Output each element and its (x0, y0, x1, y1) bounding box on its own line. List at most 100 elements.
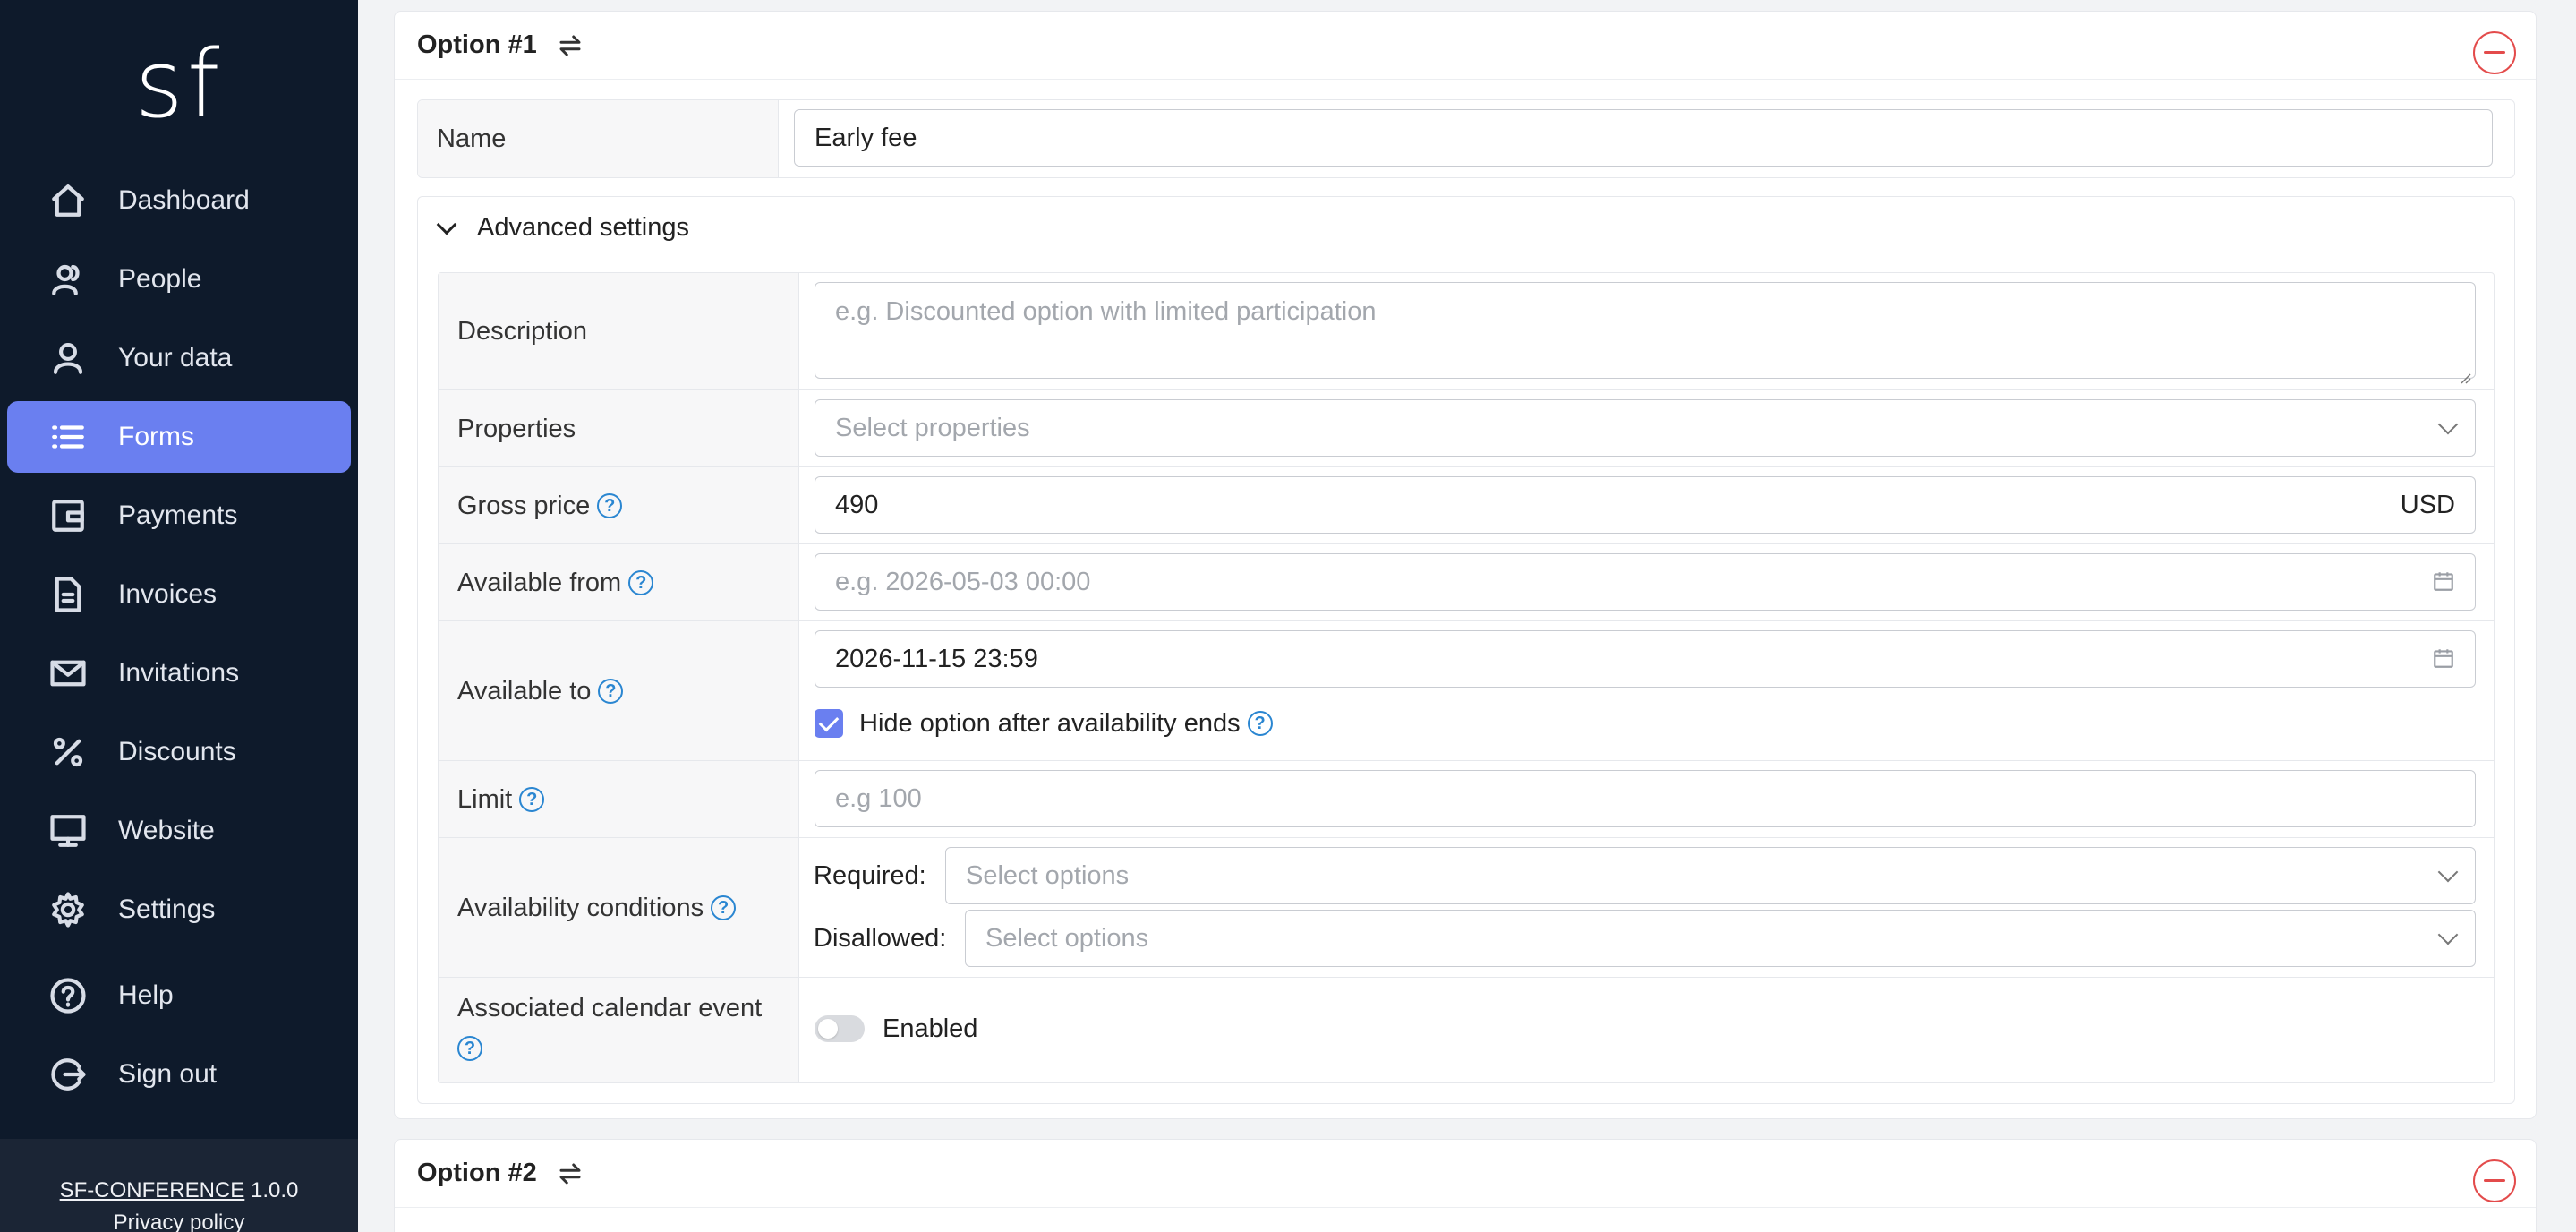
help-icon[interactable]: ? (598, 678, 624, 704)
gear-icon (48, 890, 88, 929)
calendar-event-row: Associated calendar event ? Enabled (439, 977, 2494, 1082)
sidebar-item-label: Your data (118, 343, 233, 372)
swap-icon[interactable] (557, 1159, 585, 1188)
available-from-row: Available from ? e.g. 2026-05-03 00:00 (439, 543, 2494, 620)
hide-option-checkbox[interactable] (815, 709, 843, 738)
help-icon[interactable]: ? (457, 1036, 482, 1062)
home-icon (48, 181, 88, 220)
sidebar-item-payments[interactable]: Payments (7, 480, 351, 552)
app-version: 1.0.0 (250, 1178, 299, 1202)
percent-icon (48, 732, 88, 772)
option-card: Option #2 (394, 1139, 2537, 1232)
sidebar-item-invitations[interactable]: Invitations (7, 637, 351, 709)
help-icon[interactable]: ? (519, 786, 545, 812)
help-icon[interactable]: ? (628, 569, 654, 595)
option-card-header: Option #2 (395, 1140, 2536, 1208)
help-icon[interactable]: ? (597, 492, 623, 518)
swap-icon[interactable] (557, 31, 585, 60)
people-icon (48, 260, 88, 299)
calendar-event-toggle[interactable] (815, 1015, 865, 1042)
description-row: Description e.g. Discounted option with … (439, 273, 2494, 389)
calendar-event-label: Associated calendar event (457, 994, 763, 1022)
sidebar-item-label: Invitations (118, 658, 240, 688)
app-name-link[interactable]: SF-CONFERENCE (60, 1178, 245, 1202)
description-placeholder: e.g. Discounted option with limited part… (835, 297, 1377, 326)
name-input[interactable]: Early fee (794, 109, 2493, 167)
limit-input[interactable]: e.g 100 (815, 770, 2476, 827)
available-to-label-cell: Available to ? (439, 621, 799, 760)
sidebar-item-label: Settings (118, 894, 216, 924)
availability-conditions-label-cell: Availability conditions ? (439, 838, 799, 977)
option-card: Option #1 Name Early fee Advanced settin… (394, 11, 2537, 1119)
hide-option-label: Hide option after availability ends (859, 708, 1241, 738)
sidebar-item-people[interactable]: People (7, 244, 351, 315)
sidebar-item-label: Forms (118, 422, 194, 451)
calendar-icon[interactable] (2432, 646, 2455, 670)
sidebar-item-forms[interactable]: Forms (7, 401, 351, 473)
sidebar-item-label: Payments (118, 500, 238, 530)
chevron-down-icon (2437, 924, 2459, 945)
gross-price-label-cell: Gross price ? (439, 467, 799, 543)
list-icon (48, 417, 88, 457)
available-to-input[interactable]: 2026-11-15 23:59 (815, 630, 2476, 688)
option-title: Option #2 (417, 1159, 537, 1187)
sidebar-item-website[interactable]: Website (7, 795, 351, 867)
available-to-label: Available to (457, 676, 592, 706)
sidebar-item-dashboard[interactable]: Dashboard (7, 165, 351, 236)
properties-row: Properties Select properties (439, 389, 2494, 466)
properties-placeholder: Select properties (835, 413, 1030, 442)
advanced-settings-toggle[interactable]: Advanced settings (436, 213, 689, 243)
calendar-toggle-label: Enabled (883, 1014, 978, 1043)
sidebar-item-your-data[interactable]: Your data (7, 322, 351, 394)
advanced-settings-panel: Advanced settings Description e.g. Disco… (417, 196, 2515, 1104)
advanced-settings-label: Advanced settings (477, 213, 689, 242)
sidebar-item-invoices[interactable]: Invoices (7, 559, 351, 630)
availability-conditions-row: Availability conditions ? Required: Sele… (439, 837, 2494, 977)
properties-select[interactable]: Select properties (815, 399, 2476, 457)
gross-price-row: Gross price ? 490 USD (439, 466, 2494, 543)
available-from-label: Available from (457, 568, 622, 597)
option-card-header: Option #1 (395, 12, 2536, 80)
gross-price-input[interactable]: 490 USD (815, 476, 2476, 534)
available-from-placeholder: e.g. 2026-05-03 00:00 (835, 567, 1091, 596)
hide-option-label-wrap: Hide option after availability ends ? (859, 706, 1273, 741)
limit-row: Limit ? e.g 100 (439, 760, 2494, 837)
sidebar-item-label: Help (118, 980, 174, 1010)
gross-price-label: Gross price (457, 491, 591, 520)
sidebar-item-sign-out[interactable]: Sign out (7, 1039, 351, 1110)
sidebar-item-label: Invoices (118, 579, 218, 609)
app-logo[interactable]: sf (0, 30, 358, 138)
limit-label-cell: Limit ? (439, 761, 799, 837)
option-title: Option #1 (417, 30, 537, 59)
help-icon (48, 976, 88, 1015)
sidebar-item-label: Discounts (118, 737, 236, 766)
disallowed-options-select[interactable]: Select options (965, 910, 2476, 967)
chevron-down-icon (2437, 861, 2459, 883)
sidebar-footer: SF-CONFERENCE 1.0.0 Privacy policy (0, 1139, 358, 1232)
calendar-icon[interactable] (2432, 569, 2455, 593)
properties-label: Properties (439, 390, 799, 466)
remove-option-button[interactable] (2473, 31, 2516, 74)
currency-label: USD (2400, 490, 2455, 519)
sidebar-item-discounts[interactable]: Discounts (7, 716, 351, 788)
help-icon[interactable]: ? (1247, 711, 1273, 736)
limit-label: Limit (457, 784, 513, 814)
name-label: Name (418, 100, 779, 177)
description-textarea[interactable]: e.g. Discounted option with limited part… (815, 282, 2476, 384)
help-icon[interactable]: ? (711, 894, 737, 920)
chevron-down-icon (2437, 414, 2459, 435)
remove-option-button[interactable] (2473, 1159, 2516, 1202)
available-from-input[interactable]: e.g. 2026-05-03 00:00 (815, 553, 2476, 611)
resize-handle-icon[interactable] (2459, 362, 2471, 384)
available-from-label-cell: Available from ? (439, 544, 799, 620)
sidebar-item-help[interactable]: Help (7, 960, 351, 1031)
sidebar-item-settings[interactable]: Settings (7, 874, 351, 945)
sidebar-item-label: Sign out (118, 1059, 218, 1089)
document-icon (48, 575, 88, 614)
required-options-select[interactable]: Select options (945, 847, 2476, 904)
disallowed-placeholder: Select options (985, 923, 1149, 953)
sidebar: sf Dashboard People Your data Forms Paym… (0, 0, 358, 1232)
user-icon (48, 338, 88, 378)
chevron-down-icon (436, 214, 457, 235)
privacy-policy-link[interactable]: Privacy policy (0, 1207, 358, 1232)
